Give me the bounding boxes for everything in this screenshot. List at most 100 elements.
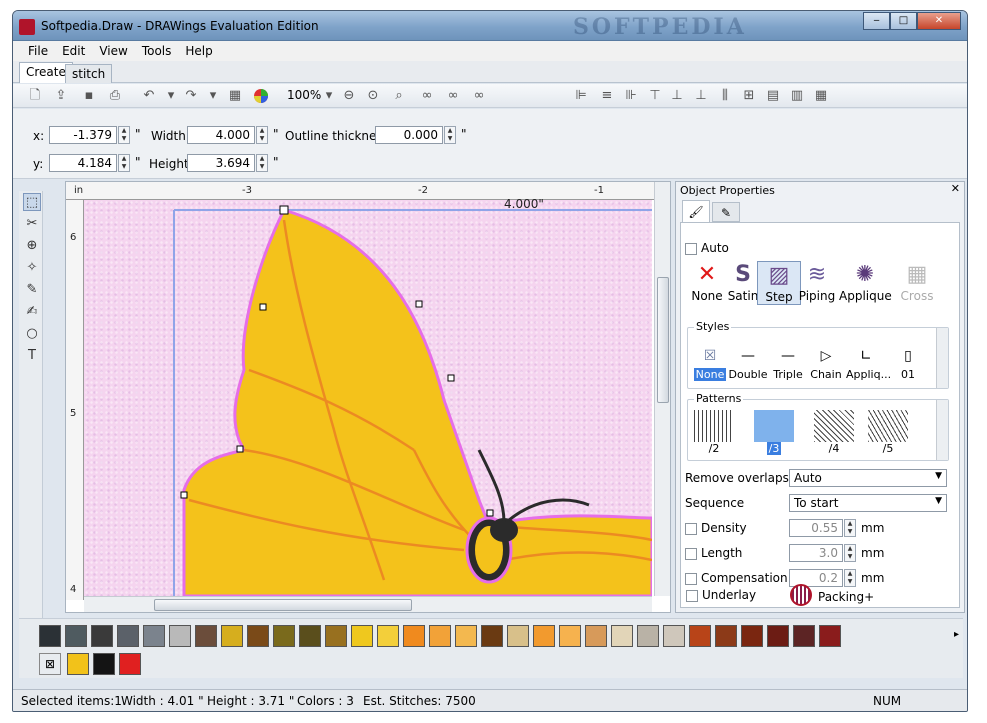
design-canvas[interactable]: in -3 -2 -1 6 5 4 4.000": [65, 181, 671, 613]
fill-tab-icon[interactable]: 🖌: [682, 200, 710, 222]
palette-swatch[interactable]: [39, 625, 61, 647]
palette-scroll-icon[interactable]: ▸: [954, 629, 959, 640]
same-height-icon[interactable]: ▥: [789, 88, 805, 104]
zoom-fit-icon[interactable]: ⊙: [365, 88, 381, 104]
palette-swatch[interactable]: [195, 625, 217, 647]
align-left-icon[interactable]: ⊫: [573, 88, 589, 104]
style-none[interactable]: ☒ None: [690, 348, 730, 381]
maximize-button[interactable]: □: [890, 12, 917, 30]
redo-icon[interactable]: ↷: [183, 88, 199, 104]
x-spinner[interactable]: ▲ ▼: [118, 126, 130, 144]
zoom-level[interactable]: 100%: [287, 88, 321, 102]
style-01[interactable]: ▯ 01: [888, 348, 928, 381]
palette-swatch[interactable]: [143, 625, 165, 647]
palette-swatch[interactable]: [585, 625, 607, 647]
same-width-icon[interactable]: ▤: [765, 88, 781, 104]
palette-swatch[interactable]: [455, 625, 477, 647]
width-field[interactable]: 4.000: [187, 126, 255, 144]
style-double[interactable]: — Double: [728, 348, 768, 381]
patterns-scrollbar[interactable]: [936, 400, 948, 460]
distribute-v-icon[interactable]: ⊞: [741, 88, 757, 104]
palette-swatch[interactable]: [377, 625, 399, 647]
canvas-vertical-scrollbar[interactable]: [654, 182, 670, 596]
palette-swatch[interactable]: [325, 625, 347, 647]
compensation-spinner[interactable]: ▲ ▼: [844, 569, 856, 587]
menu-tools[interactable]: Tools: [135, 41, 179, 61]
density-spinner[interactable]: ▲ ▼: [844, 519, 856, 537]
align-center-icon[interactable]: ≡: [599, 88, 615, 104]
embroidery-fabric[interactable]: 4.000": [84, 197, 654, 598]
design-color-swatch[interactable]: [67, 653, 89, 675]
reshape-tool-icon[interactable]: ✂: [23, 215, 41, 233]
style-triple[interactable]: — Triple: [768, 348, 808, 381]
height-spinner[interactable]: ▲ ▼: [256, 154, 268, 172]
palette-swatch[interactable]: [299, 625, 321, 647]
palette-swatch[interactable]: [221, 625, 243, 647]
palette-swatch[interactable]: [507, 625, 529, 647]
pattern-5[interactable]: /5: [868, 410, 908, 455]
height-field[interactable]: 3.694: [187, 154, 255, 172]
palette-swatch[interactable]: [767, 625, 789, 647]
outline-thickness-field[interactable]: 0.000: [375, 126, 443, 144]
palette-swatch[interactable]: [689, 625, 711, 647]
align-middle-icon[interactable]: ⊥: [669, 88, 685, 104]
length-checkbox[interactable]: [685, 548, 697, 560]
zoom-out-icon[interactable]: ⊖: [341, 88, 357, 104]
length-spinner[interactable]: ▲ ▼: [844, 544, 856, 562]
save-icon[interactable]: ▪: [81, 88, 97, 104]
palette-swatch[interactable]: [65, 625, 87, 647]
density-field[interactable]: 0.55: [789, 519, 843, 537]
packing-icon[interactable]: [790, 584, 812, 606]
underlay-checkbox[interactable]: [686, 590, 698, 602]
palette-swatch[interactable]: [273, 625, 295, 647]
text-tool-icon[interactable]: T: [23, 347, 41, 365]
outline-tab-icon[interactable]: ✎: [712, 202, 740, 222]
align-bottom-icon[interactable]: ⊥: [693, 88, 709, 104]
color-wheel-icon[interactable]: [253, 88, 269, 104]
new-file-icon[interactable]: 🗋: [27, 88, 43, 104]
select-tool-icon[interactable]: ⬚: [23, 193, 41, 211]
palette-swatch[interactable]: [247, 625, 269, 647]
panel-close-icon[interactable]: ✕: [951, 182, 960, 195]
redo-dropdown-icon[interactable]: ▾: [205, 88, 221, 104]
palette-swatch[interactable]: [533, 625, 555, 647]
close-button[interactable]: ✕: [917, 12, 961, 30]
zoom-selection-icon[interactable]: ⌕: [391, 88, 407, 104]
design-color-swatch[interactable]: [93, 653, 115, 675]
sequence-select[interactable]: To start ▼: [789, 494, 947, 512]
fill-cross[interactable]: ▦ Cross: [895, 261, 939, 303]
menu-edit[interactable]: Edit: [55, 41, 92, 61]
palette-swatch[interactable]: [91, 625, 113, 647]
palette-swatch[interactable]: [403, 625, 425, 647]
print-icon[interactable]: ⎙: [107, 88, 123, 104]
magic-wand-icon[interactable]: ✧: [23, 259, 41, 277]
pattern-4[interactable]: /4: [814, 410, 854, 455]
palette-swatch[interactable]: [117, 625, 139, 647]
menu-file[interactable]: File: [21, 41, 55, 61]
link-icon[interactable]: ∞: [419, 88, 435, 104]
distribute-h-icon[interactable]: ⫼: [717, 88, 733, 104]
undo-icon[interactable]: ↶: [141, 88, 157, 104]
ellipse-tool-icon[interactable]: ○: [23, 325, 41, 343]
minimize-button[interactable]: ‒: [863, 12, 890, 30]
same-size-icon[interactable]: ▦: [813, 88, 829, 104]
palette-swatch[interactable]: [351, 625, 373, 647]
styles-scrollbar[interactable]: [936, 328, 948, 388]
width-spinner[interactable]: ▲ ▼: [256, 126, 268, 144]
palette-swatch[interactable]: [169, 625, 191, 647]
auto-checkbox[interactable]: [685, 243, 697, 255]
palette-swatch[interactable]: [559, 625, 581, 647]
palette-swatch[interactable]: [793, 625, 815, 647]
draw-tool-icon[interactable]: ✎: [23, 281, 41, 299]
canvas-horizontal-scrollbar[interactable]: [84, 596, 652, 612]
stitch-tool-icon[interactable]: ✍: [23, 303, 41, 321]
design-color-swatch[interactable]: [119, 653, 141, 675]
tab-stitch[interactable]: stitch: [65, 64, 113, 83]
palette-swatch[interactable]: [715, 625, 737, 647]
style-applique[interactable]: ∟ Appliq...: [846, 348, 891, 381]
palette-swatch[interactable]: [429, 625, 451, 647]
grid-icon[interactable]: ▦: [227, 88, 243, 104]
fill-piping[interactable]: ≋ Piping: [795, 261, 839, 303]
zoom-tool-icon[interactable]: ⊕: [23, 237, 41, 255]
horizontal-scroll-thumb[interactable]: [154, 599, 412, 611]
